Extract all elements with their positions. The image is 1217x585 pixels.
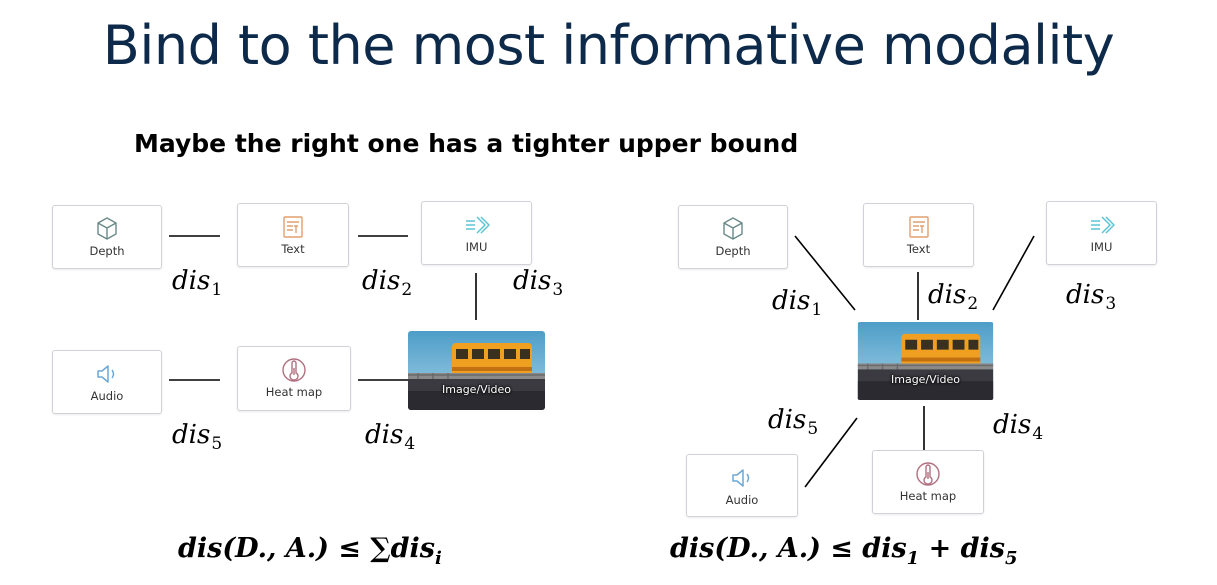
formula-right: dis(D., A.) ≤ dis1 + dis5 [670, 533, 1018, 569]
imu-card-right: IMU [1046, 201, 1157, 265]
edge-right-imu-image [992, 235, 1035, 311]
heatmap-label-right: Heat map [899, 489, 957, 503]
edge-label-dis2-right: dis2 [928, 280, 979, 314]
audio-card-right: Audio [686, 454, 798, 517]
edge-label-dis5-left: dis5 [172, 420, 223, 454]
image-video-label-left: Image/Video [442, 383, 511, 396]
document-icon [283, 216, 303, 238]
edge-label-dis4-left: dis4 [365, 420, 416, 454]
image-video-label-right: Image/Video [891, 373, 960, 386]
train-photo [857, 322, 994, 400]
cube-icon [723, 217, 743, 240]
edge-label-dis3-left: dis3 [513, 266, 564, 300]
thermometer-icon [282, 358, 306, 382]
formula-left: dis(D., A.) ≤ ∑disi [178, 533, 442, 569]
text-label-right: Text [906, 242, 931, 256]
text-label: Text [281, 242, 305, 256]
arrow-right-icon [465, 216, 490, 234]
speaker-icon [732, 469, 750, 487]
text-card: Text [237, 203, 349, 267]
depth-card-right: Depth [678, 205, 788, 269]
edge-label-dis1-right: dis1 [772, 286, 823, 320]
depth-label-right: Depth [715, 244, 751, 258]
depth-card: Depth [52, 205, 162, 269]
imu-card: IMU [421, 201, 532, 265]
image-video-card-left: Image/Video [408, 331, 545, 410]
heatmap-label: Heat map [265, 385, 323, 399]
train-photo [408, 331, 545, 410]
arrow-right-icon [1090, 216, 1115, 234]
heatmap-card: Heat map [237, 346, 351, 411]
text-card-right: Text [863, 203, 974, 267]
audio-label: Audio [90, 389, 124, 403]
imu-label: IMU [465, 240, 488, 254]
heatmap-card-right: Heat map [872, 450, 984, 514]
image-video-card-right: Image/Video [857, 322, 994, 400]
edge-label-dis5-right: dis5 [768, 405, 819, 439]
edge-label-dis4-right: dis4 [993, 410, 1044, 444]
edge-label-dis1-left: dis1 [172, 266, 223, 300]
thermometer-icon [916, 462, 940, 486]
imu-label-right: IMU [1090, 240, 1113, 254]
document-icon [908, 216, 929, 238]
depth-label: Depth [89, 244, 125, 258]
audio-card: Audio [52, 350, 162, 414]
cube-icon [97, 217, 117, 240]
speaker-icon [97, 365, 115, 383]
edge-label-dis2-left: dis2 [362, 266, 413, 300]
edge-label-dis3-right: dis3 [1066, 280, 1117, 314]
audio-label-right: Audio [725, 493, 759, 507]
